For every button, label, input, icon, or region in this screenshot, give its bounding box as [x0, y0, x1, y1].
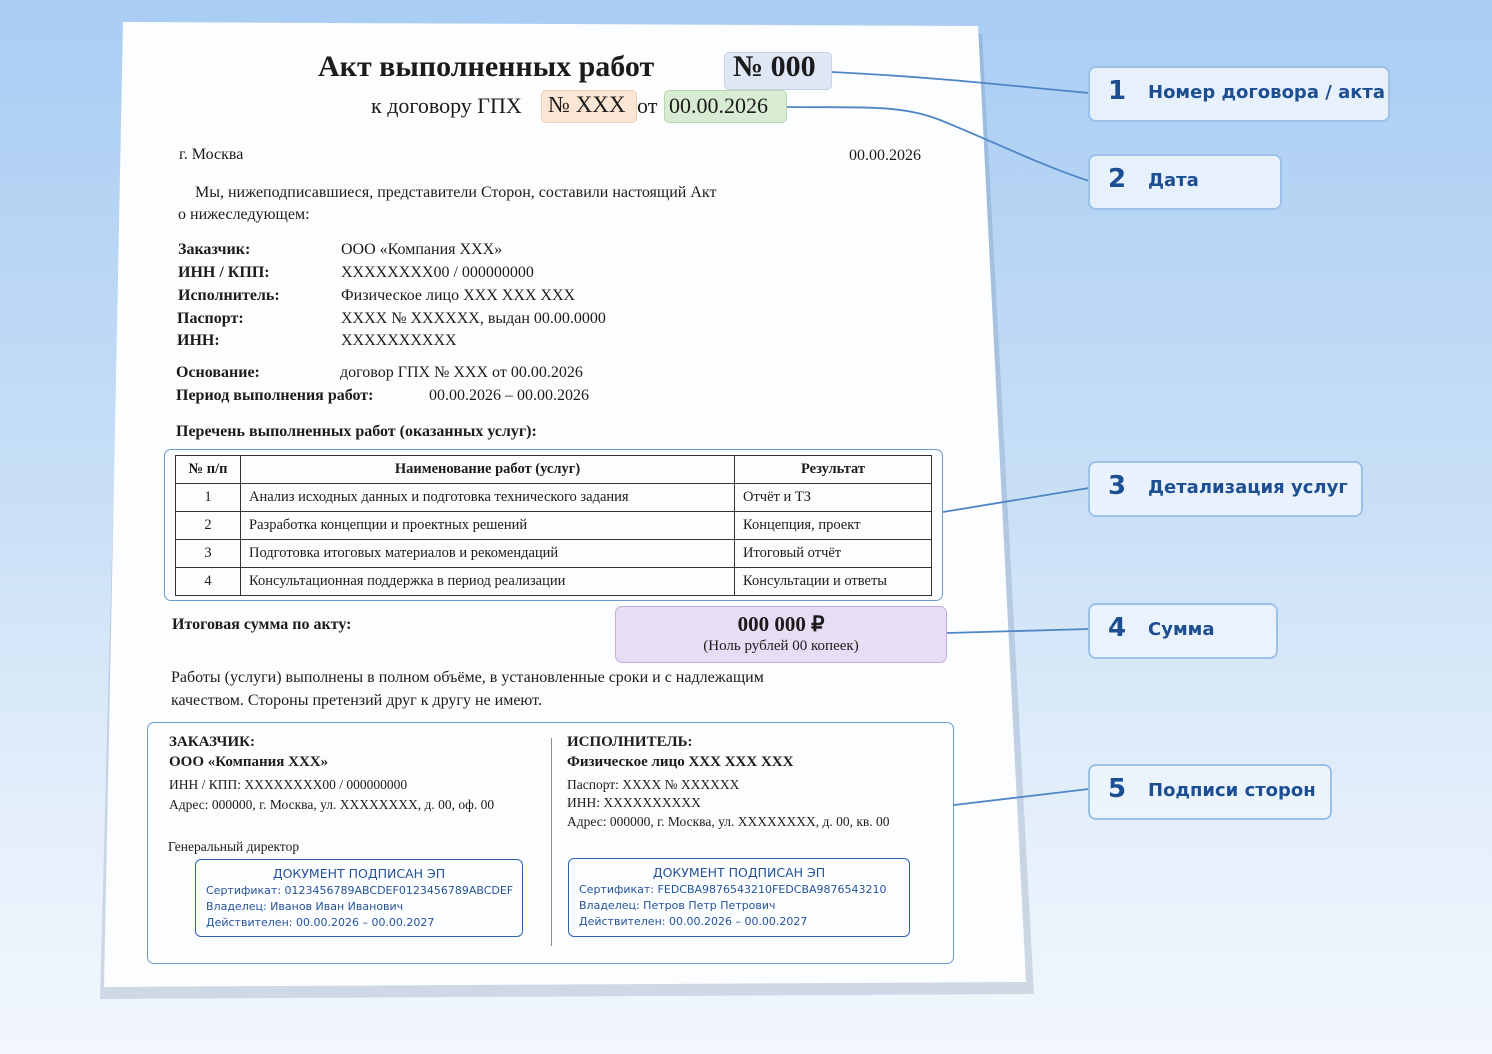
- connector-line-1: [831, 71, 1090, 94]
- connector-line-5: [953, 788, 1090, 806]
- callout-label: Подписи сторон: [1148, 780, 1316, 801]
- callout-services-details: 3 Детализация услуг: [1088, 461, 1363, 517]
- connector-line-2: [786, 106, 1090, 182]
- callout-sum: 4 Сумма: [1088, 603, 1278, 659]
- callout-number: 3: [1108, 471, 1127, 501]
- callout-label: Сумма: [1148, 619, 1215, 640]
- callout-label: Номер договора / акта: [1148, 82, 1386, 103]
- callout-number: 1: [1108, 76, 1127, 106]
- connector-line-4: [946, 628, 1090, 634]
- callout-date: 2 Дата: [1088, 154, 1282, 210]
- callout-contract-number: 1 Номер договора / акта: [1088, 66, 1390, 122]
- callout-signatures: 5 Подписи сторон: [1088, 764, 1332, 820]
- callout-label: Детализация услуг: [1148, 477, 1348, 498]
- callout-number: 4: [1108, 613, 1127, 643]
- callout-label: Дата: [1148, 170, 1199, 191]
- callout-number: 5: [1108, 774, 1127, 804]
- callout-number: 2: [1108, 164, 1127, 194]
- connector-line-3: [942, 487, 1090, 513]
